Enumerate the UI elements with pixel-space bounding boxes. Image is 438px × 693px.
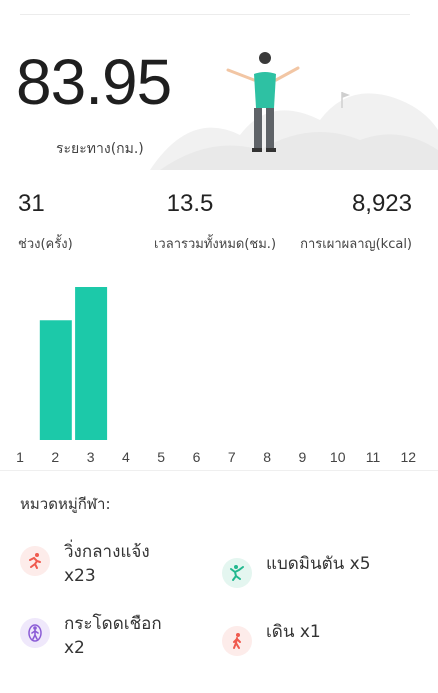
sports-category-title: หมวดหมู่กีฬา: [20, 495, 111, 513]
stat-total-time-value: 13.5 [166, 190, 214, 217]
stat-sessions: 31 ช่วง(ครั้ง) [18, 192, 73, 253]
top-divider [20, 14, 410, 15]
running-icon [20, 546, 50, 576]
x-tick-label: 9 [299, 449, 307, 465]
stat-calories-label: การเผาผลาญ(kcal) [300, 237, 412, 252]
sport-label: วิ่งกลางแจ้ง x23 [64, 542, 150, 586]
stat-calories: 8,923 การเผาผลาญ(kcal) [272, 192, 412, 253]
distance-label: ระยะทาง(กม.) [56, 141, 144, 157]
x-tick-label: 12 [401, 449, 417, 465]
monthly-bar-chart: 1 2 3 4 5 6 7 8 9 10 11 12 [0, 282, 438, 467]
bar-chart-svg: 1 2 3 4 5 6 7 8 9 10 11 12 [16, 287, 417, 465]
bar-month-3[interactable] [75, 287, 108, 440]
sport-label: แบดมินตัน x5 [266, 554, 371, 574]
sport-item-jump-rope[interactable]: กระโดดเชือก x2 [20, 612, 182, 660]
x-tick-label: 8 [263, 449, 271, 465]
x-tick-label: 5 [157, 449, 165, 465]
stat-sessions-label: ช่วง(ครั้ง) [18, 237, 73, 252]
distance-hero: 83.95 ระยะทาง(กม.) [0, 20, 438, 170]
sport-item-running[interactable]: วิ่งกลางแจ้ง x23 [20, 540, 182, 588]
x-tick-label: 7 [228, 449, 236, 465]
stat-calories-value: 8,923 [351, 190, 412, 217]
x-tick-label: 2 [51, 449, 59, 465]
x-tick-label: 1 [16, 449, 24, 465]
x-tick-label: 4 [122, 449, 130, 465]
stat-total-time: 13.5 เวลารวมทั้งหมด(ชม.) [150, 192, 280, 253]
bar-month-2[interactable] [39, 320, 72, 440]
x-tick-label: 6 [193, 449, 201, 465]
jump-rope-icon [20, 618, 50, 648]
x-tick-label: 11 [366, 449, 381, 465]
badminton-icon [222, 558, 252, 588]
celebration-illustration [150, 52, 438, 170]
section-divider [0, 470, 438, 471]
walking-icon [222, 626, 252, 656]
distance-value: 83.95 [16, 46, 172, 118]
sport-label: เดิน x1 [266, 622, 321, 642]
x-tick-label: 10 [330, 449, 346, 465]
stat-sessions-value: 31 [18, 190, 45, 217]
stat-total-time-label: เวลารวมทั้งหมด(ชม.) [153, 237, 277, 252]
sport-item-badminton[interactable]: แบดมินตัน x5 [222, 552, 371, 588]
x-tick-label: 3 [87, 449, 95, 465]
sport-item-walking[interactable]: เดิน x1 [222, 620, 321, 656]
stats-row: 31 ช่วง(ครั้ง) 13.5 เวลารวมทั้งหมด(ชม.) … [0, 192, 438, 272]
sport-label: กระโดดเชือก x2 [64, 614, 162, 658]
